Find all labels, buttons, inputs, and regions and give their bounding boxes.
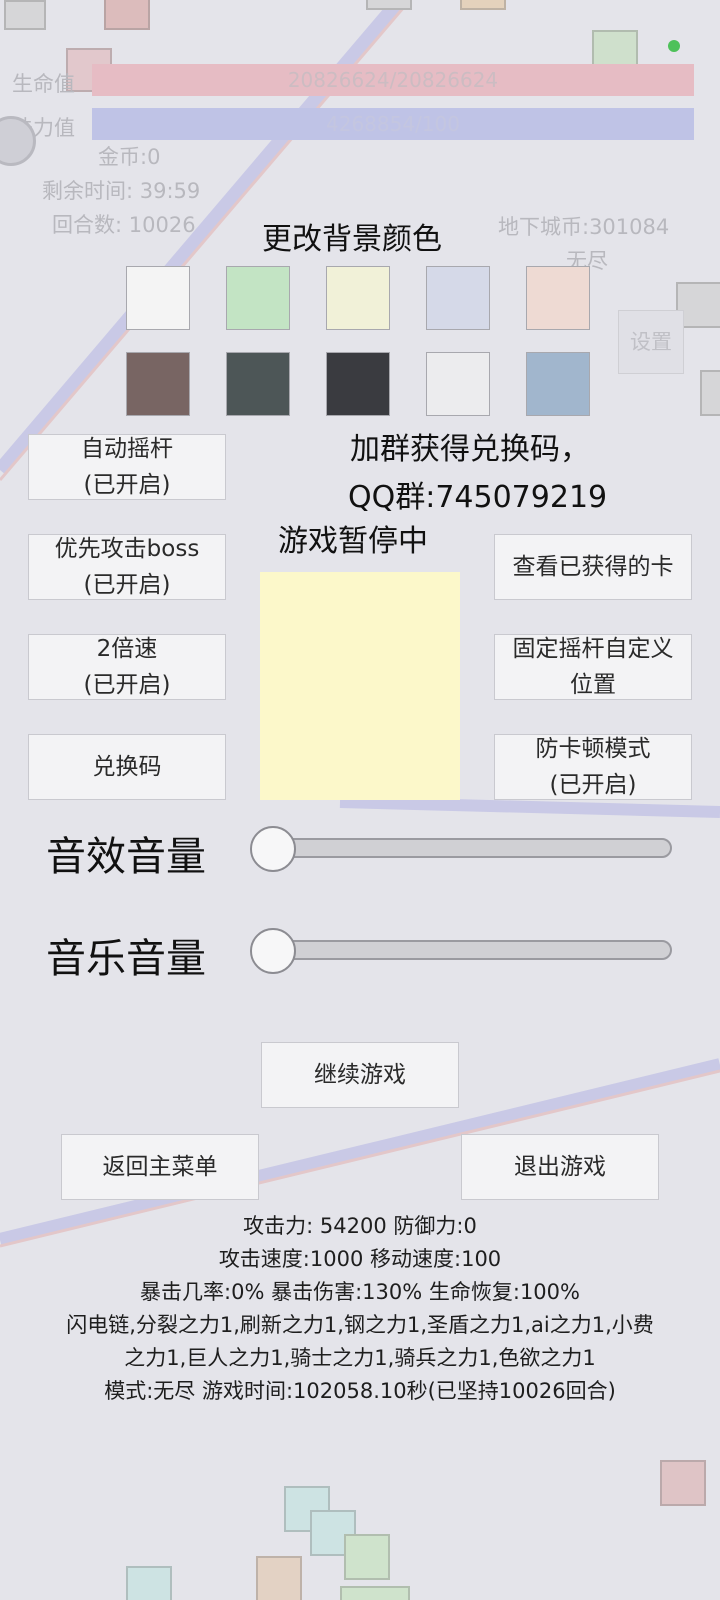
status-dot — [668, 40, 680, 52]
paused-status: 游戏暂停中 — [278, 524, 428, 559]
enemy-block — [104, 0, 150, 30]
stats-buffs-cont: 之力1,巨人之力1,骑士之力1,骑兵之力1,色欲之力1 — [124, 1346, 596, 1370]
color-swatch[interactable] — [326, 352, 390, 416]
fixed-joystick-position-button[interactable]: 固定摇杆自定义 位置 — [494, 634, 692, 700]
prioritize-boss-button[interactable]: 优先攻击boss (已开启) — [28, 534, 226, 600]
color-swatch[interactable] — [226, 266, 290, 330]
color-swatch[interactable] — [126, 266, 190, 330]
enemy-block — [340, 1586, 410, 1600]
button-label: 防卡顿模式 — [535, 736, 651, 762]
enemy-block — [256, 1556, 302, 1600]
sfx-volume-slider[interactable] — [252, 838, 672, 858]
group-promo-line1: 加群获得兑换码， — [350, 432, 590, 467]
stats-speed: 攻击速度:1000 移动速度:100 — [218, 1247, 502, 1271]
color-swatch[interactable] — [226, 352, 290, 416]
button-label: 返回主菜单 — [102, 1154, 218, 1180]
stats-buffs: 闪电链,分裂之力1,刷新之力1,钢之力1,圣盾之力1,ai之力1,小费 — [66, 1313, 654, 1337]
view-cards-button[interactable]: 查看已获得的卡 — [494, 534, 692, 600]
color-swatch[interactable] — [526, 352, 590, 416]
mp-bar: 4268854/100 — [92, 108, 694, 140]
gold-counter: 金币:0 — [98, 145, 161, 169]
button-state: (已开启) — [549, 772, 637, 798]
stats-attack-defense: 攻击力: 54200 防御力:0 — [243, 1214, 477, 1238]
color-swatch[interactable] — [126, 352, 190, 416]
group-promo-line2: QQ群:745079219 — [348, 480, 608, 515]
anti-lag-mode-button[interactable]: 防卡顿模式 (已开启) — [494, 734, 692, 800]
button-state: (已开启) — [83, 472, 171, 498]
button-label: 查看已获得的卡 — [512, 554, 674, 580]
button-label: 自动摇杆 — [81, 436, 173, 462]
enemy-block — [366, 0, 412, 10]
button-state: (已开启) — [83, 672, 171, 698]
stats-mode-time: 模式:无尽 游戏时间:102058.10秒(已坚持10026回合) — [104, 1379, 616, 1403]
double-speed-button[interactable]: 2倍速 (已开启) — [28, 634, 226, 700]
color-swatch[interactable] — [426, 352, 490, 416]
music-volume-thumb[interactable] — [250, 928, 296, 974]
player-stats: 攻击力: 54200 防御力:0 攻击速度:1000 移动速度:100 暴击几率… — [20, 1210, 700, 1408]
button-label: 固定摇杆自定义 — [512, 636, 674, 662]
music-volume-slider[interactable] — [252, 940, 672, 960]
color-swatch[interactable] — [526, 266, 590, 330]
card-panel — [260, 572, 460, 800]
bg-color-title: 更改背景颜色 — [262, 222, 442, 257]
button-label-line2: 位置 — [570, 672, 616, 698]
color-swatch[interactable] — [426, 266, 490, 330]
button-label: 2倍速 — [96, 636, 158, 662]
round-counter: 回合数: 10026 — [52, 213, 196, 237]
enemy-block — [460, 0, 506, 10]
hp-label: 生命值 — [12, 72, 75, 96]
enemy-block — [660, 1460, 706, 1506]
main-menu-button[interactable]: 返回主菜单 — [61, 1134, 259, 1200]
enemy-block — [344, 1534, 390, 1580]
settings-button[interactable]: 设置 — [618, 310, 684, 374]
sfx-volume-label: 音效音量 — [46, 834, 206, 880]
dungeon-coins: 地下城币:301084 — [498, 215, 670, 239]
sfx-volume-thumb[interactable] — [250, 826, 296, 872]
button-label: 继续游戏 — [314, 1062, 406, 1088]
enemy-block — [4, 0, 46, 30]
enemy-block — [126, 1566, 172, 1600]
path-line — [339, 796, 720, 818]
auto-joystick-button[interactable]: 自动摇杆 (已开启) — [28, 434, 226, 500]
button-label: 退出游戏 — [514, 1154, 606, 1180]
redeem-code-button[interactable]: 兑换码 — [28, 734, 226, 800]
button-label: 优先攻击boss — [54, 536, 200, 562]
continue-game-button[interactable]: 继续游戏 — [261, 1042, 459, 1108]
music-volume-label: 音乐音量 — [46, 936, 206, 982]
stats-crit-regen: 暴击几率:0% 暴击伤害:130% 生命恢复:100% — [140, 1280, 580, 1304]
button-label: 兑换码 — [92, 754, 162, 780]
hp-bar: 20826624/20826624 — [92, 64, 694, 96]
enemy-block — [700, 370, 720, 416]
time-left: 剩余时间: 39:59 — [42, 179, 201, 203]
button-state: (已开启) — [83, 572, 171, 598]
color-swatch[interactable] — [326, 266, 390, 330]
quit-game-button[interactable]: 退出游戏 — [461, 1134, 659, 1200]
